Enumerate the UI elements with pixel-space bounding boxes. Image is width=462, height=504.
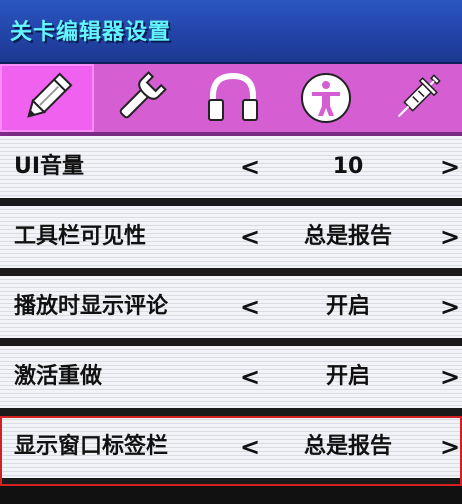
decrease-arrow-button[interactable]: < [240,416,260,478]
setting-label: UI音量 [14,154,85,179]
setting-row-show-window-tab-bar[interactable]: 显示窗口标签栏 < 总是报告 > [0,416,462,486]
setting-label: 显示窗口标签栏 [14,434,169,459]
setting-label: 播放时显示评论 [14,294,169,319]
setting-label: 激活重做 [14,364,103,389]
decrease-arrow-button[interactable]: < [240,206,260,268]
window-title: 关卡编辑器设置 [10,20,172,45]
setting-value: 总是报告 [303,224,392,249]
setting-value: 总是报告 [303,434,392,459]
headphones-icon [208,72,258,121]
increase-arrow-button[interactable]: > [440,206,460,268]
setting-value: 开启 [325,294,370,319]
syringe-icon [397,74,441,118]
title-bar: 关卡编辑器设置 [0,0,462,64]
tab-debug[interactable] [372,64,462,132]
increase-arrow-button[interactable]: > [440,416,460,478]
pencil-icon [27,72,73,118]
increase-arrow-button[interactable]: > [440,136,460,198]
setting-row-ui-volume[interactable]: UI音量 < 10 > [0,136,462,206]
increase-arrow-button[interactable]: > [440,276,460,338]
decrease-arrow-button[interactable]: < [240,136,260,198]
setting-label: 工具栏可见性 [14,224,147,249]
settings-tab-strip [0,64,462,136]
setting-row-activate-redo[interactable]: 激活重做 < 开启 > [0,346,462,416]
setting-row-toolbar-visibility[interactable]: 工具栏可见性 < 总是报告 > [0,206,462,276]
wrench-icon [119,71,167,119]
decrease-arrow-button[interactable]: < [240,276,260,338]
tab-accessibility[interactable] [280,64,372,132]
setting-value: 10 [332,154,364,179]
level-editor-settings-window: 关卡编辑器设置 UI音量 < 10 > 工具栏可见性 < 总是报告 > 播放时显… [0,0,462,504]
increase-arrow-button[interactable]: > [440,346,460,408]
setting-value: 开启 [325,364,370,389]
tab-audio[interactable] [186,64,280,132]
setting-row-show-comments-during-play[interactable]: 播放时显示评论 < 开启 > [0,276,462,346]
accessibility-icon [301,73,351,123]
tab-editor[interactable] [0,64,94,132]
tab-tools[interactable] [94,64,186,132]
settings-list: UI音量 < 10 > 工具栏可见性 < 总是报告 > 播放时显示评论 < 开启… [0,136,462,504]
decrease-arrow-button[interactable]: < [240,346,260,408]
